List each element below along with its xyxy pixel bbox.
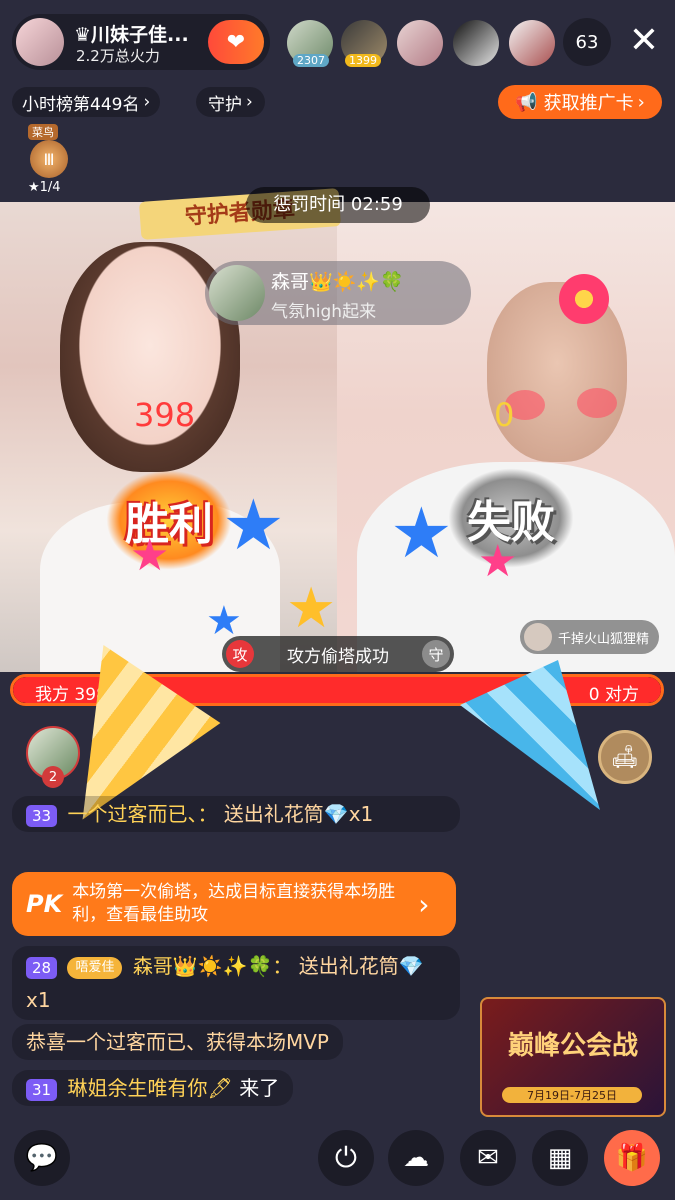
hourly-rank-button[interactable]: 小时榜第449名 › [12, 87, 161, 117]
chevron-right-icon: › [143, 92, 151, 112]
level-badge-chat: 28 [26, 956, 58, 979]
star-icon: ★ [130, 530, 170, 581]
megaphone-icon: 📢 [515, 91, 538, 113]
host-name: ♛川妹子佳... [74, 24, 189, 46]
blush-right [577, 388, 617, 418]
flower-icon [559, 274, 609, 324]
close-icon[interactable]: ✕ [622, 18, 666, 62]
chat-text: 恭喜一个过客而已、获得本场MVP [26, 1030, 329, 1054]
chat-message[interactable]: 28 唔爱佳 森哥👑☀️✨🍀： 送出礼花筒💎 x1 [12, 946, 460, 1020]
chevron-right-icon: › [418, 887, 430, 921]
star-icon: ★ [286, 576, 337, 641]
star-icon: ★ [222, 484, 285, 566]
host-avatar[interactable] [16, 18, 64, 66]
viewer-avatar-5[interactable] [509, 20, 555, 66]
heart-icon: ❤ [226, 29, 246, 55]
host-info-pill[interactable]: ♛川妹子佳... 2.2万总火力 ❤ [12, 14, 270, 70]
gift-icon[interactable]: 🎁 [604, 1130, 660, 1186]
chat-username: 森哥👑☀️✨🍀： [132, 954, 293, 978]
penalty-timer: 惩罚时间 02:59 [246, 187, 430, 223]
guard-label: 守护 [208, 94, 242, 115]
pk-event-toast: 攻 攻方偷塔成功 守 [222, 636, 454, 672]
fan-badge: 唔爱佳 [67, 956, 123, 979]
pk-tip-banner[interactable]: PK 本场第一次偷塔，达成目标直接获得本场胜利，查看最佳助攻 › [12, 872, 456, 936]
viewer-badge: 2307 [293, 54, 329, 67]
host-heat: 2.2万总火力 [76, 47, 160, 65]
chat-text: 来了 [239, 1076, 280, 1100]
pk-bar-left: 我方 398 [35, 685, 107, 705]
guild-battle-banner[interactable]: 巅峰公会战 7月19日-7月25日 [480, 997, 666, 1117]
pk-tip-text: 本场第一次偷塔，达成目标直接获得本场胜利，查看最佳助攻 [72, 882, 396, 925]
viewer-avatar-4[interactable] [453, 20, 499, 66]
level-badge-title: 菜鸟 [28, 124, 58, 140]
pk-tag-icon: PK [26, 890, 63, 918]
guild-battle-dates: 7月19日-7月25日 [502, 1087, 642, 1103]
level-badge[interactable]: 菜鸟 Ⅲ ★1/4 [24, 124, 74, 196]
pk-bar-right: 0 对方 [588, 685, 639, 705]
chat-text: 送出礼花筒💎x1 [223, 802, 374, 826]
chat-message[interactable]: 恭喜一个过客而已、获得本场MVP [12, 1024, 343, 1060]
chat-icon[interactable]: 💬 [14, 1130, 70, 1186]
guard-icon: 守 [422, 640, 450, 668]
chevron-right-icon: › [637, 91, 645, 113]
follow-heart-button[interactable]: ❤ [208, 20, 264, 64]
viewer-avatar-1[interactable]: 2307 [287, 20, 333, 67]
viewer-avatar-3[interactable] [397, 20, 443, 66]
mvp-rank: 2 [42, 766, 64, 788]
message-icon[interactable]: ✉ [460, 1130, 516, 1186]
event-text: 攻方偷塔成功 [287, 646, 389, 667]
viewer-badge: 1399 [345, 54, 381, 67]
medal-icon: Ⅲ [30, 140, 68, 178]
sofa-icon[interactable]: 🛋 [598, 730, 652, 784]
commenter-name: 森哥👑☀️✨🍀 [271, 271, 404, 293]
viewer-avatar-2[interactable]: 1399 [341, 20, 387, 67]
chat-username: 一个过客而已、： [67, 802, 218, 826]
opponent-avatar [524, 623, 552, 651]
attack-icon: 攻 [226, 640, 254, 668]
promo-label: 获取推广卡 [543, 93, 634, 114]
commenter-avatar [209, 265, 265, 321]
right-score: 0 [494, 396, 515, 434]
viewer-count[interactable]: 63 [563, 18, 611, 66]
level-badge-progress: ★1/4 [28, 180, 61, 195]
opponent-anchor-label[interactable]: 千掉火山狐狸精 [520, 620, 660, 654]
star-icon: ★ [478, 536, 518, 587]
chat-username: 琳姐余生唯有你🖋 [67, 1076, 233, 1100]
mvp-avatar[interactable]: 2 [26, 726, 80, 788]
power-icon[interactable]: ⏻ [318, 1130, 374, 1186]
promo-card-button[interactable]: 📢 获取推广卡 › [498, 85, 662, 119]
level-badge-chat: 33 [26, 804, 58, 827]
commenter-text: 气氛high起来 [271, 302, 377, 322]
link-mic-icon[interactable]: ☁ [388, 1130, 444, 1186]
left-score: 398 [134, 396, 196, 434]
guard-button[interactable]: 守护 › [196, 87, 265, 117]
chevron-right-icon: › [246, 92, 253, 112]
comment-bubble[interactable]: 森哥👑☀️✨🍀 气氛high起来 [205, 261, 471, 325]
star-icon: ★ [390, 492, 453, 574]
guild-battle-title: 巅峰公会战 [507, 1031, 638, 1061]
more-icon[interactable]: ▦ [532, 1130, 588, 1186]
opponent-anchor-name: 千掉火山狐狸精 [558, 631, 650, 647]
level-badge-chat: 31 [26, 1078, 58, 1101]
rank-label: 小时榜第449名 [22, 94, 140, 115]
chat-message[interactable]: 31 琳姐余生唯有你🖋 来了 [12, 1070, 294, 1106]
chat-message[interactable]: 33 一个过客而已、： 送出礼花筒💎x1 [12, 796, 460, 832]
